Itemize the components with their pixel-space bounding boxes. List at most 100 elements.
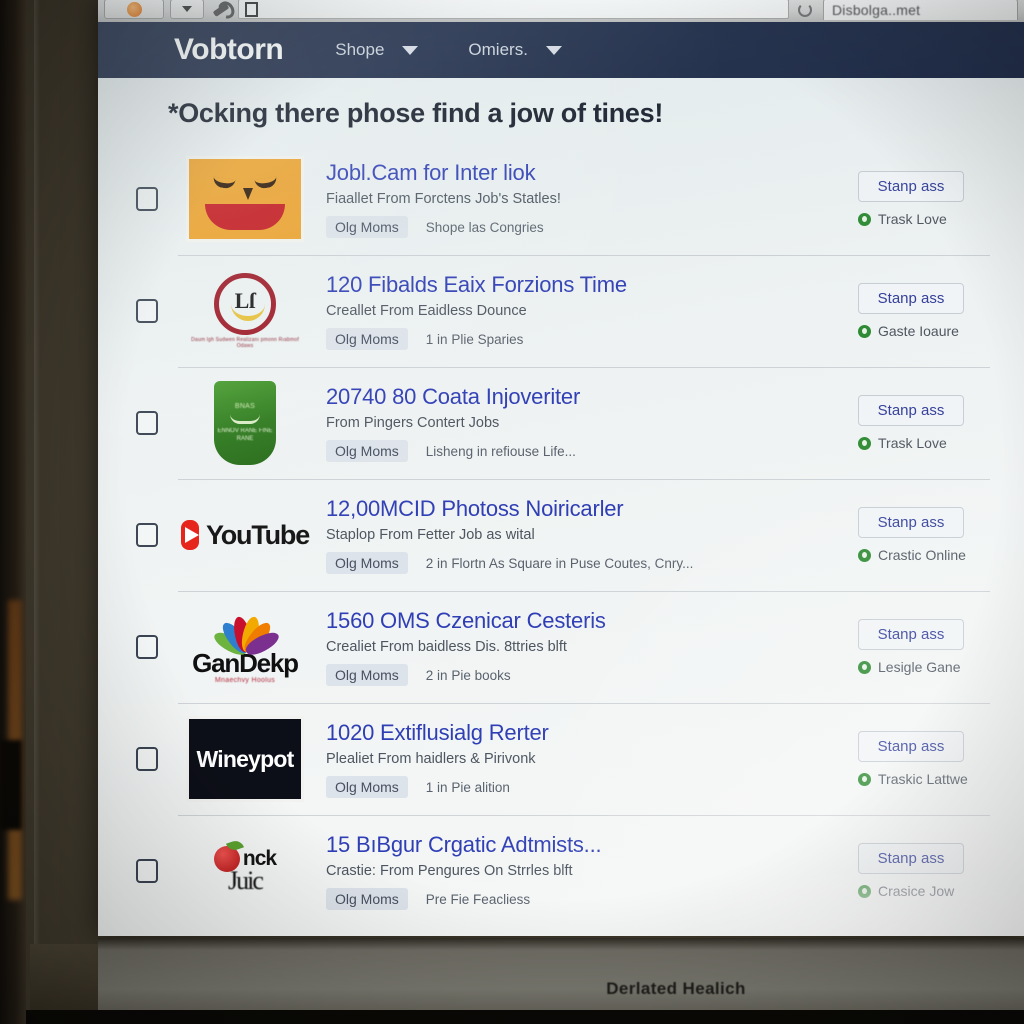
result-meta-line: Olg Moms 1 in Pie alition <box>326 776 842 798</box>
result-meta: 2 in Pie books <box>425 667 511 683</box>
row-checkbox-cell[interactable] <box>116 299 178 323</box>
stanp-ass-button[interactable]: Stanp ass <box>858 395 964 426</box>
address-tab[interactable]: Disbolga..met <box>823 0 1018 20</box>
wrench-icon[interactable] <box>210 0 232 20</box>
bezel-edge-highlight <box>34 0 40 1000</box>
result-title[interactable]: 1560 OMS Czenicar Cesteris <box>326 608 842 634</box>
result-title[interactable]: 120 Fibalds Eaix Forzions Time <box>326 272 842 298</box>
result-subtitle: Creallet From Eaidless Dounce <box>326 303 527 319</box>
nav-item-omiers[interactable]: Omiers. <box>468 40 562 60</box>
result-tag[interactable]: Olg Moms <box>326 664 408 686</box>
check-circle-icon <box>858 212 871 226</box>
result-tag[interactable]: Olg Moms <box>326 552 408 574</box>
row-text-cell: Jobl.Cam for Inter liok Fiaallet From Fo… <box>312 160 852 238</box>
row-action-cell: Stanp ass Trask Love <box>852 171 1012 227</box>
row-checkbox[interactable] <box>136 859 158 883</box>
row-checkbox-cell[interactable] <box>116 747 178 771</box>
status-badge: Crasice Jow <box>858 883 954 899</box>
results-list: Jobl.Cam for Inter liok Fiaallet From Fo… <box>98 143 1024 927</box>
result-tag[interactable]: Olg Moms <box>326 216 408 238</box>
browser-toolbar: Disbolga..met <box>98 0 1024 22</box>
youtube-wordmark: YouTube <box>205 519 310 550</box>
result-tag[interactable]: Olg Moms <box>326 888 408 910</box>
laptop-photo: Disbolga..met Vobtorn Shope Omiers. *Ock… <box>0 0 1024 1024</box>
row-action-cell: Stanp ass Crasice Jow <box>852 843 1012 899</box>
browser-tab-button[interactable] <box>104 0 164 19</box>
row-thumbnail-cell: nck Juic <box>178 828 312 914</box>
peacock-caption: Mnaechvy Hoolus <box>214 677 276 684</box>
row-checkbox[interactable] <box>136 299 158 323</box>
row-thumbnail-cell: YouTube <box>178 492 312 578</box>
stanp-ass-button[interactable]: Stanp ass <box>858 507 964 538</box>
check-circle-icon <box>858 548 871 562</box>
table-row[interactable]: Wineypot 1020 Extiflusialg Rerter Pleali… <box>98 703 1024 815</box>
result-meta-line: Olg Moms 2 in Flortn As Square in Puse C… <box>326 552 842 574</box>
row-checkbox-cell[interactable] <box>116 411 178 435</box>
shield-top-text: BNAS <box>234 402 256 410</box>
result-meta: Lisheng in refiouse Life... <box>425 443 576 459</box>
orange-dot-favicon <box>126 1 142 17</box>
browser-dropdown-button[interactable] <box>170 0 204 19</box>
apple-script-logo-thumbnail: nck Juic <box>186 828 304 914</box>
check-circle-icon <box>858 324 871 338</box>
check-circle-icon <box>858 436 871 450</box>
stanp-ass-button[interactable]: Stanp ass <box>858 171 964 202</box>
reload-icon[interactable] <box>795 0 817 20</box>
status-text: Traskic Lattwe <box>878 771 968 787</box>
result-title[interactable]: 12,00MCID Photoss Noiricarler <box>326 496 842 522</box>
status-text: Crastic Online <box>878 547 966 563</box>
stanp-ass-button[interactable]: Stanp ass <box>858 843 964 874</box>
stanp-ass-button[interactable]: Stanp ass <box>858 731 964 762</box>
address-bar[interactable] <box>238 0 789 19</box>
result-meta: 1 in Pie alition <box>425 779 510 795</box>
peacock-logo-thumbnail: GanDekp Mnaechvy Hoolus <box>186 604 304 690</box>
table-row[interactable]: nck Juic 15 BıBgur Crgatic Adtmists... C… <box>98 815 1024 927</box>
chevron-down-icon <box>545 45 562 55</box>
ring-logo-caption: Daum lgh Sudwen Realizanı pmonn Rıabmof … <box>191 336 299 349</box>
site-navbar: Vobtorn Shope Omiers. <box>98 22 1024 78</box>
red-ring-logo-thumbnail: Lſ Daum lgh Sudwen Realizanı pmonn Rıabm… <box>186 268 304 354</box>
result-tag[interactable]: Olg Moms <box>326 328 408 350</box>
table-row[interactable]: GanDekp Mnaechvy Hoolus 1560 OMS Czenica… <box>98 591 1024 703</box>
row-checkbox-cell[interactable] <box>116 635 178 659</box>
row-checkbox[interactable] <box>136 187 158 211</box>
row-checkbox[interactable] <box>136 747 158 771</box>
brand-logo[interactable]: Vobtorn <box>174 33 284 67</box>
check-circle-icon <box>858 660 871 674</box>
youtube-play-icon <box>180 520 199 550</box>
row-checkbox[interactable] <box>136 411 158 435</box>
nav-item-shope[interactable]: Shope <box>335 40 419 60</box>
result-title[interactable]: 1020 Extiflusialg Rerter <box>326 720 842 746</box>
result-tag[interactable]: Olg Moms <box>326 440 408 462</box>
result-title[interactable]: 20740 80 Coata Injoveriter <box>326 384 842 410</box>
wineypot-wordmark: Wineypot <box>196 745 295 772</box>
row-action-cell: Stanp ass Traskic Lattwe <box>852 731 1012 787</box>
result-meta: 2 in Flortn As Square in Puse Coutes, Cn… <box>425 555 694 571</box>
result-meta-line: Olg Moms Shope las Congries <box>326 216 842 238</box>
status-badge: Gaste Ioaure <box>858 323 959 339</box>
stanp-ass-button[interactable]: Stanp ass <box>858 283 964 314</box>
row-checkbox-cell[interactable] <box>116 523 178 547</box>
table-row[interactable]: Lſ Daum lgh Sudwen Realizanı pmonn Rıabm… <box>98 255 1024 367</box>
result-meta: 1 in Plie Sparies <box>425 331 524 347</box>
status-text: Lesigle Gane <box>878 659 961 675</box>
result-title[interactable]: 15 BıBgur Crgatic Adtmists... <box>326 832 842 858</box>
stanp-ass-button[interactable]: Stanp ass <box>858 619 964 650</box>
background-dark-block <box>0 740 22 830</box>
row-checkbox-cell[interactable] <box>116 187 178 211</box>
row-action-cell: Stanp ass Crastic Online <box>852 507 1012 563</box>
row-checkbox[interactable] <box>136 635 158 659</box>
row-checkbox-cell[interactable] <box>116 859 178 883</box>
page-icon <box>245 1 258 17</box>
table-row[interactable]: Jobl.Cam for Inter liok Fiaallet From Fo… <box>98 143 1024 255</box>
row-thumbnail-cell: Wineypot <box>178 716 312 802</box>
table-row[interactable]: YouTube 12,00MCID Photoss Noiricarler St… <box>98 479 1024 591</box>
table-row[interactable]: BNAS ENNOV RANE FINE RANE 20740 80 Coata… <box>98 367 1024 479</box>
result-subtitle: From Pingers Contert Jobs <box>326 415 500 431</box>
black-wordmark-thumbnail: Wineypot <box>186 716 304 802</box>
row-thumbnail-cell <box>178 156 312 242</box>
result-title[interactable]: Jobl.Cam for Inter liok <box>326 160 842 186</box>
row-checkbox[interactable] <box>136 523 158 547</box>
result-tag[interactable]: Olg Moms <box>326 776 408 798</box>
row-text-cell: 1020 Extiflusialg Rerter Plealiet From h… <box>312 720 852 798</box>
